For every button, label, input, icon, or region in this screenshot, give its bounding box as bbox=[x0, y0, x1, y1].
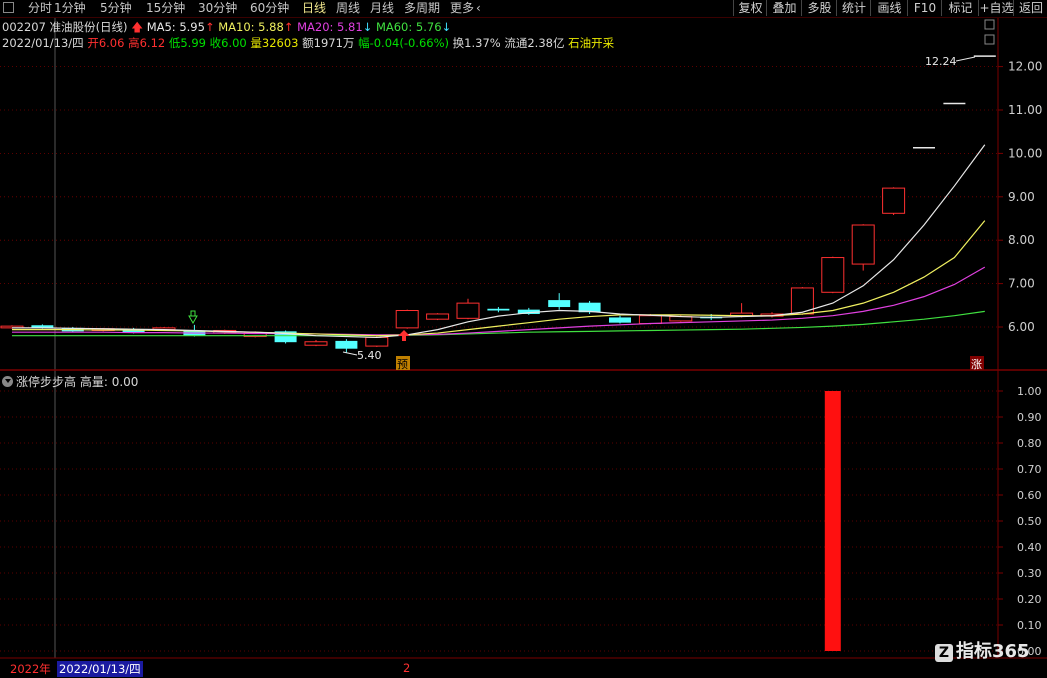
candle-body-up bbox=[395, 310, 419, 329]
period-tab-3[interactable]: 15分钟 bbox=[146, 1, 185, 16]
quote-float: 流通2.38亿 bbox=[504, 36, 565, 50]
indicator-axis-label: 0.70 bbox=[1017, 463, 1042, 476]
price-axis-label: 11.00 bbox=[1008, 103, 1042, 117]
indicator-axis-label: 1.00 bbox=[1017, 385, 1042, 398]
toolbar-button-1[interactable]: 叠加 bbox=[766, 0, 802, 16]
toolbar-button-3[interactable]: 统计 bbox=[836, 0, 871, 16]
indicator-menu-icon[interactable] bbox=[2, 376, 13, 387]
pre-tag-text: 预 bbox=[397, 358, 408, 371]
price-axis-label: 9.00 bbox=[1008, 190, 1035, 204]
indicator-axis-label: 0.20 bbox=[1017, 593, 1042, 606]
toolbar-button-7[interactable]: +自选 bbox=[978, 0, 1014, 16]
period-tag: (日线) bbox=[95, 20, 128, 34]
candle-body-down bbox=[335, 340, 358, 349]
indicator-axis-label: 0.60 bbox=[1017, 489, 1042, 502]
chart-background bbox=[0, 17, 1047, 678]
min-price-label: 5.40 bbox=[357, 349, 382, 362]
candle-body-down bbox=[609, 317, 631, 323]
indicator-axis-label: 0.40 bbox=[1017, 541, 1042, 554]
quote-date: 2022/01/13/四 bbox=[2, 36, 84, 50]
period-tab-6[interactable]: 日线 bbox=[302, 1, 326, 16]
watermark-logo-icon: Z bbox=[935, 644, 953, 662]
period-tab-10[interactable]: 更多 bbox=[450, 1, 474, 16]
indicator-axis-label: 0.50 bbox=[1017, 515, 1042, 528]
quote-sector: 石油开采 bbox=[568, 36, 615, 50]
candle-body-down bbox=[548, 300, 571, 308]
price-axis-label: 10.00 bbox=[1008, 146, 1042, 160]
period-tab-4[interactable]: 30分钟 bbox=[198, 1, 237, 16]
toolbar-button-5[interactable]: F10 bbox=[907, 0, 942, 16]
indicator-axis-label: 0.30 bbox=[1017, 567, 1042, 580]
quote-close: 收6.00 bbox=[209, 36, 247, 50]
axis-year: 2022年 bbox=[10, 662, 51, 676]
ma10-label: MA10: 5.88 bbox=[218, 20, 284, 34]
candle-body-up bbox=[426, 313, 450, 320]
period-tab-8[interactable]: 月线 bbox=[370, 1, 394, 16]
indicator-bar bbox=[824, 391, 841, 651]
candle-body-up bbox=[304, 341, 328, 346]
candle-body-up bbox=[851, 224, 875, 265]
quote-change: 幅-0.04(-0.66%) bbox=[358, 36, 449, 50]
up-arrow-icon: 🡅 bbox=[131, 20, 144, 34]
ma20-down-icon: ↓ bbox=[362, 20, 373, 34]
candle-body-up bbox=[365, 336, 389, 347]
period-tab-7[interactable]: 周线 bbox=[336, 1, 360, 16]
toolbar-button-6[interactable]: 标记 bbox=[941, 0, 979, 16]
max-price-label: 12.24 bbox=[925, 55, 957, 68]
stock-name: 准油股份 bbox=[49, 20, 96, 34]
chevron-left-icon[interactable]: ‹ bbox=[476, 1, 481, 16]
indicator-axis-label: 0.80 bbox=[1017, 437, 1042, 450]
toolbar-button-2[interactable]: 多股 bbox=[801, 0, 837, 16]
period-toolbar: 分时 1分钟 5分钟 15分钟 30分钟 60分钟 日线 周线 月线 多周期 更多 ‹ 复权 叠加 多股统… bbox=[0, 0, 1047, 18]
quote-info-line: 2022/01/13/四 开6.06 高6.12 低5.99 收6.00 量32… bbox=[2, 35, 614, 51]
toolbar-button-8[interactable]: 返回 bbox=[1013, 0, 1047, 16]
candle-body-up bbox=[638, 315, 662, 325]
ma10-up-icon: ↑ bbox=[283, 20, 294, 34]
toolbar-button-4[interactable]: 画线 bbox=[870, 0, 908, 16]
period-tab-5[interactable]: 60分钟 bbox=[250, 1, 289, 16]
watermark-text: 指标365 bbox=[956, 641, 1030, 662]
ma20-label: MA20: 5.81 bbox=[297, 20, 363, 34]
price-axis-label: 6.00 bbox=[1008, 320, 1035, 334]
price-axis-label: 7.00 bbox=[1008, 277, 1035, 291]
price-axis-label: 8.00 bbox=[1008, 233, 1035, 247]
kline-chart: 12.00 11.00 10.00 9.00 8.00 7.00 6.00 1.00 0.90 0… bbox=[0, 17, 1047, 678]
quote-amount: 额1971万 bbox=[302, 36, 355, 50]
price-axis-label: 12.00 bbox=[1008, 60, 1042, 74]
axis-cursor-date: 2022/01/13/四 bbox=[57, 661, 143, 677]
quote-open: 开6.06 bbox=[87, 36, 125, 50]
period-tab-1[interactable]: 1分钟 bbox=[54, 1, 86, 16]
limit-tag-text: 涨 bbox=[971, 358, 982, 371]
date-axis-bar: 2022年 2022/01/13/四 2 bbox=[0, 659, 1047, 678]
ma5-label: MA5: 5.95 bbox=[146, 20, 205, 34]
ma5-up-icon: ↑ bbox=[204, 20, 215, 34]
candle-body-down bbox=[487, 308, 510, 311]
watermark-logo: Z 指标365 bbox=[935, 637, 1030, 663]
quote-volume: 量32603 bbox=[250, 36, 299, 50]
ma60-label: MA60: 5.76 bbox=[375, 20, 442, 34]
period-tab-0[interactable]: 分时 bbox=[28, 1, 52, 16]
indicator-header: 涨停步步高 高量: 0.00 bbox=[2, 373, 138, 390]
quote-high: 高6.12 bbox=[128, 36, 166, 50]
toolbar-button-0[interactable]: 复权 bbox=[733, 0, 767, 16]
toolbar-menu-box[interactable] bbox=[3, 2, 14, 13]
indicator-value: 高量: 0.00 bbox=[79, 375, 139, 389]
quote-turnover: 换1.37% bbox=[452, 36, 501, 50]
stock-code: 002207 bbox=[2, 20, 46, 34]
axis-tick: 2 bbox=[403, 661, 411, 675]
indicator-axis-label: 0.10 bbox=[1017, 619, 1042, 632]
indicator-axis-label: 0.90 bbox=[1017, 411, 1042, 424]
period-tab-2[interactable]: 5分钟 bbox=[100, 1, 132, 16]
indicator-name: 涨停步步高 bbox=[16, 375, 77, 389]
candle-body-up bbox=[882, 187, 906, 214]
candle-body-up bbox=[456, 302, 480, 319]
ma60-down-icon: ↓ bbox=[441, 20, 452, 34]
quote-low: 低5.99 bbox=[168, 36, 206, 50]
candle-body-up bbox=[821, 257, 845, 293]
period-tab-9[interactable]: 多周期 bbox=[404, 1, 440, 16]
